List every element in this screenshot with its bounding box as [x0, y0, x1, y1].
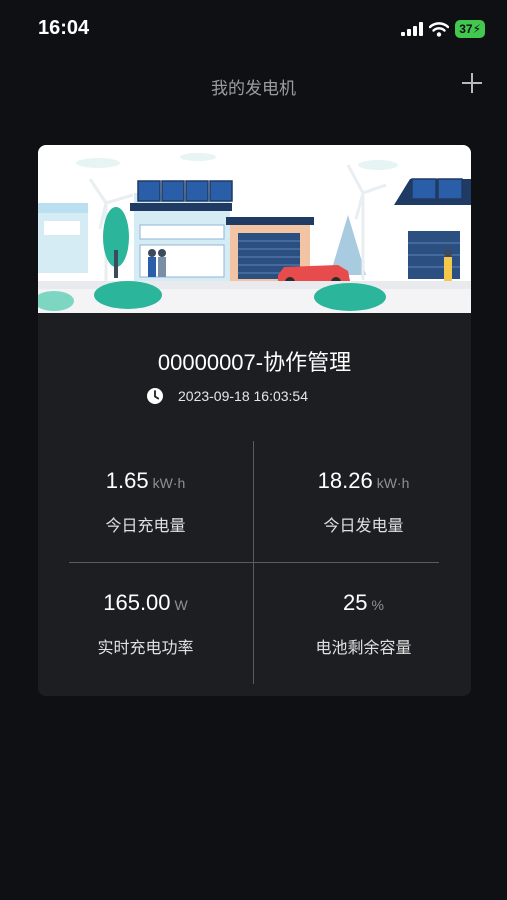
metric-unit: kW·h: [152, 475, 186, 491]
metric-value: 25: [343, 590, 368, 615]
cellular-signal-icon: [401, 22, 424, 36]
metric-unit: %: [371, 597, 384, 613]
battery-level: 37: [459, 22, 473, 36]
grid-divider-horizontal: [69, 562, 439, 563]
add-button[interactable]: [459, 70, 485, 96]
metric-value: 18.26: [317, 468, 373, 493]
metric-battery-remaining: 25% 电池剩余容量: [256, 590, 471, 658]
wifi-icon: [429, 21, 450, 37]
metric-label: 电池剩余容量: [315, 640, 412, 657]
metric-label: 今日发电量: [323, 518, 404, 535]
generator-card[interactable]: 00000007-协作管理 2023-09-18 16:03:54 1.65 kW…: [38, 145, 471, 696]
page-title: 我的发电机: [211, 79, 296, 98]
clock-icon: [147, 388, 163, 404]
status-bar: 16:04 37⚡: [0, 0, 507, 56]
banner-illustration: [38, 145, 471, 313]
metric-label: 实时充电功率: [97, 640, 194, 657]
metric-value: 1.65: [105, 468, 149, 493]
nav-bar: 我的发电机: [0, 66, 507, 102]
battery-icon: 37⚡: [455, 20, 485, 38]
metric-value: 165.00: [103, 590, 171, 615]
metric-today-generation: 18.26 kW·h 今日发电量: [256, 468, 471, 536]
metric-today-charge: 1.65 kW·h 今日充电量: [38, 468, 253, 536]
plus-icon: [462, 73, 482, 93]
metric-label: 今日充电量: [105, 518, 186, 535]
metric-realtime-power: 165.00 W 实时充电功率: [38, 590, 253, 658]
metric-unit: W: [174, 597, 188, 613]
timestamp-row: 2023-09-18 16:03:54: [146, 385, 308, 407]
status-time: 16:04: [38, 17, 90, 39]
device-name: 00000007-协作管理: [157, 350, 352, 375]
update-timestamp: 2023-09-18 16:03:54: [178, 388, 308, 404]
status-icons: 37⚡: [401, 19, 485, 39]
metric-unit: kW·h: [376, 475, 410, 491]
